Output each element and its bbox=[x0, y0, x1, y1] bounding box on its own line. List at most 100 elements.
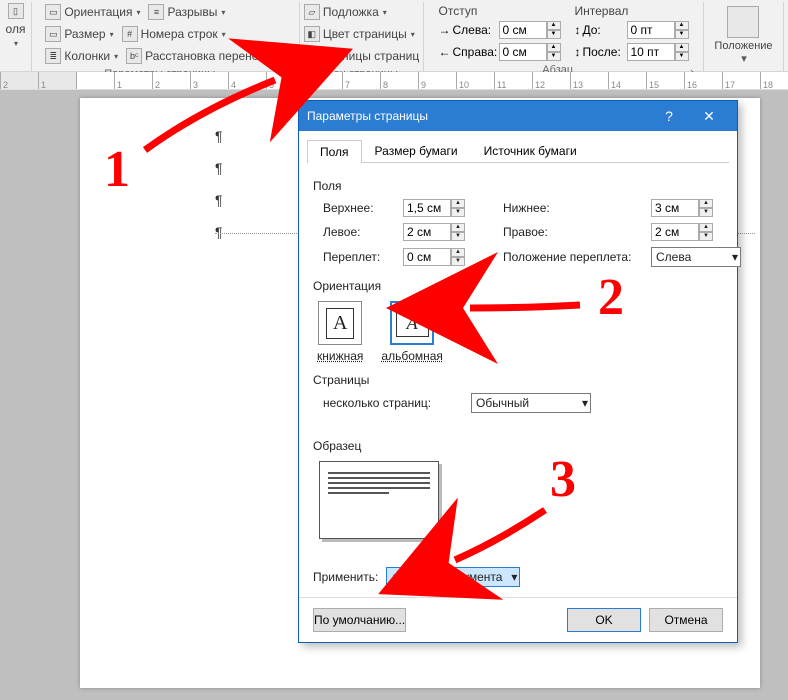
orientation-landscape[interactable]: альбомная bbox=[381, 301, 443, 363]
indent-left-field[interactable]: ▲▼ bbox=[499, 21, 561, 39]
page-setup-dialog: Параметры страницы ? ✕ Поля Размер бумаг… bbox=[298, 100, 738, 643]
margin-top-label: Верхнее: bbox=[323, 201, 395, 215]
paragraph-mark: ¶ bbox=[215, 128, 223, 144]
spacing-before-icon: ↕ bbox=[575, 23, 581, 37]
position-button[interactable]: Положение ▾ bbox=[708, 2, 778, 69]
multipage-combo[interactable]: Обычный▾ bbox=[471, 393, 591, 413]
page-color-label: Цвет страницы bbox=[323, 27, 407, 41]
page-color-button[interactable]: ◧Цвет страницы▾ bbox=[301, 25, 418, 43]
chevron-down-icon: ▾ bbox=[732, 250, 738, 264]
breaks-label: Разрывы bbox=[167, 5, 217, 19]
hyphenation-button[interactable]: bᶜРасстановка переносов▾ bbox=[123, 47, 289, 65]
chevron-down-icon: ▾ bbox=[14, 39, 18, 48]
chevron-down-icon: ▾ bbox=[511, 570, 517, 584]
margin-top-field[interactable]: ▲▼ bbox=[403, 199, 495, 217]
indent-left-label: Слева: bbox=[453, 23, 497, 37]
tab-paper-source[interactable]: Источник бумаги bbox=[471, 139, 590, 162]
indent-right-label: Справа: bbox=[453, 45, 497, 59]
paragraph-group: Отступ → Слева: ▲▼ ← Справа: ▲▼ Интервал… bbox=[424, 2, 704, 71]
margins-icon: ▯ bbox=[8, 3, 24, 19]
margin-bottom-label: Нижнее: bbox=[503, 201, 643, 215]
pages-section-label: Страницы bbox=[313, 373, 723, 387]
page-background-group: ▱Подложка▾ ◧Цвет страницы▾ ▢Границы стра… bbox=[300, 2, 424, 71]
hyphenation-icon: bᶜ bbox=[126, 48, 142, 64]
apply-to-combo[interactable]: до конца документа▾ bbox=[386, 567, 520, 587]
indent-left-icon: → bbox=[439, 23, 451, 37]
orientation-icon: ▭ bbox=[45, 4, 61, 20]
spacing-after-field[interactable]: ▲▼ bbox=[627, 43, 689, 61]
watermark-label: Подложка bbox=[323, 5, 379, 19]
size-label: Размер bbox=[64, 27, 105, 41]
page-borders-icon: ▢ bbox=[304, 48, 320, 64]
indent-right-field[interactable]: ▲▼ bbox=[499, 43, 561, 61]
breaks-button[interactable]: ≡Разрывы▾ bbox=[145, 3, 228, 21]
ribbon: ▯ оля ▾ ▭Ориентация▾ ≡Разрывы▾ ▭Размер▾ … bbox=[0, 0, 788, 72]
spacing-before-label: До: bbox=[583, 23, 625, 37]
columns-icon: ≣ bbox=[45, 48, 61, 64]
gutter-pos-label: Положение переплета: bbox=[503, 250, 643, 264]
tab-paper-size[interactable]: Размер бумаги bbox=[362, 139, 471, 162]
fields-section-label: Поля bbox=[313, 179, 723, 193]
paragraph-mark: ¶ bbox=[215, 160, 223, 176]
columns-button[interactable]: ≣Колонки▾ bbox=[42, 47, 121, 65]
paragraph-mark: ¶ bbox=[215, 192, 223, 208]
watermark-icon: ▱ bbox=[304, 4, 320, 20]
help-button[interactable]: ? bbox=[649, 101, 689, 131]
spin-down-icon[interactable]: ▼ bbox=[547, 30, 561, 39]
preview-thumbnail bbox=[319, 461, 439, 539]
dialog-titlebar[interactable]: Параметры страницы ? ✕ bbox=[299, 101, 737, 131]
breaks-icon: ≡ bbox=[148, 4, 164, 20]
indent-heading: Отступ bbox=[439, 4, 561, 18]
portrait-label: книжная bbox=[317, 349, 363, 363]
cancel-button[interactable]: Отмена bbox=[649, 608, 723, 632]
ok-button[interactable]: OK bbox=[567, 608, 641, 632]
gutter-pos-combo[interactable]: Слева▾ bbox=[651, 247, 741, 267]
page-borders-label: Границы страниц bbox=[323, 49, 419, 63]
spacing-heading: Интервал bbox=[575, 4, 689, 18]
multipage-label: несколько страниц: bbox=[323, 396, 455, 410]
orientation-portrait[interactable]: книжная bbox=[317, 301, 363, 363]
watermark-button[interactable]: ▱Подложка▾ bbox=[301, 3, 390, 21]
tab-fields[interactable]: Поля bbox=[307, 140, 362, 163]
dialog-tabs: Поля Размер бумаги Источник бумаги bbox=[307, 139, 729, 163]
margins-button[interactable]: ▯ оля ▾ bbox=[3, 2, 29, 71]
spin-up-icon[interactable]: ▲ bbox=[547, 21, 561, 30]
horizontal-ruler[interactable]: 21123456789101112131415161718 bbox=[0, 72, 788, 90]
margin-left-field[interactable]: ▲▼ bbox=[403, 223, 495, 241]
arrange-group: Положение ▾ bbox=[704, 2, 784, 71]
gutter-field[interactable]: ▲▼ bbox=[403, 248, 495, 266]
chevron-down-icon: ▾ bbox=[582, 396, 588, 410]
preview-section-label: Образец bbox=[313, 439, 723, 453]
size-button[interactable]: ▭Размер▾ bbox=[42, 25, 116, 43]
margin-right-label: Правое: bbox=[503, 225, 643, 239]
paragraph-mark: ¶ bbox=[215, 224, 223, 240]
default-button[interactable]: По умолчанию... bbox=[313, 608, 406, 632]
landscape-label: альбомная bbox=[381, 349, 443, 363]
close-button[interactable]: ✕ bbox=[689, 101, 729, 131]
indent-right-icon: ← bbox=[439, 45, 451, 59]
margin-bottom-field[interactable]: ▲▼ bbox=[651, 199, 743, 217]
dialog-title: Параметры страницы bbox=[307, 109, 649, 123]
line-numbers-button[interactable]: #Номера строк▾ bbox=[119, 25, 229, 43]
spacing-before-field[interactable]: ▲▼ bbox=[627, 21, 689, 39]
page-setup-group: ▭Ориентация▾ ≡Разрывы▾ ▭Размер▾ #Номера … bbox=[32, 2, 300, 71]
line-numbers-icon: # bbox=[122, 26, 138, 42]
page-borders-button[interactable]: ▢Границы страниц bbox=[301, 47, 422, 65]
spacing-after-label: После: bbox=[583, 45, 625, 59]
landscape-icon bbox=[390, 301, 434, 345]
apply-to-label: Применить: bbox=[313, 570, 378, 584]
margins-label: оля bbox=[6, 22, 26, 36]
spacing-after-icon: ↕ bbox=[575, 45, 581, 59]
columns-label: Колонки bbox=[64, 49, 110, 63]
position-icon bbox=[727, 6, 759, 38]
margin-left-label: Левое: bbox=[323, 225, 395, 239]
gutter-label: Переплет: bbox=[323, 250, 395, 264]
orientation-label: Ориентация bbox=[64, 5, 132, 19]
size-icon: ▭ bbox=[45, 26, 61, 42]
orientation-button[interactable]: ▭Ориентация▾ bbox=[42, 3, 143, 21]
orientation-section-label: Ориентация bbox=[313, 279, 723, 293]
portrait-icon bbox=[318, 301, 362, 345]
margin-right-field[interactable]: ▲▼ bbox=[651, 223, 743, 241]
hyphenation-label: Расстановка переносов bbox=[145, 49, 278, 63]
line-numbers-label: Номера строк bbox=[141, 27, 218, 41]
